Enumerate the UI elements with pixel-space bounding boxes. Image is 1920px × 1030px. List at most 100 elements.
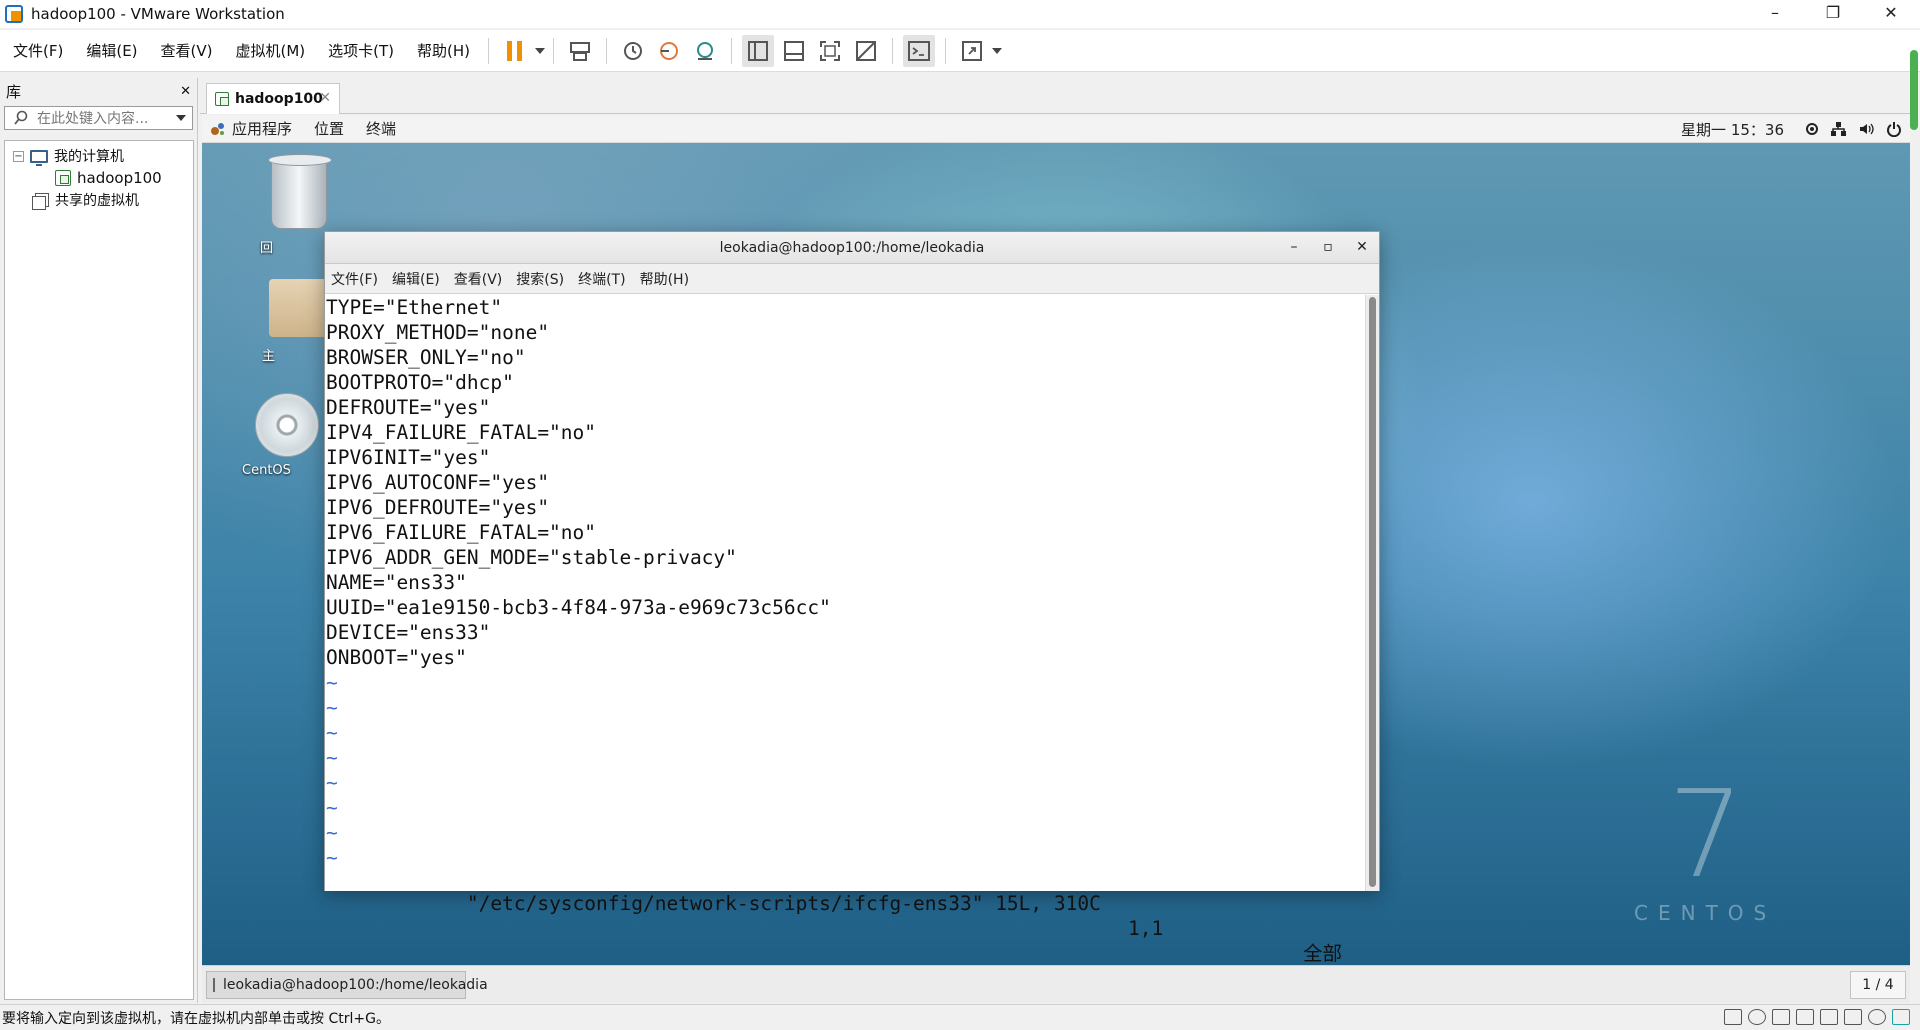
- stretch-icon: [962, 40, 983, 61]
- terminal-close-button[interactable]: ✕: [1351, 236, 1373, 258]
- show-library-button[interactable]: [742, 34, 775, 67]
- library-close-button[interactable]: ✕: [180, 84, 191, 99]
- library-tree: − 我的计算机 hadoop100 共享的虚拟机: [4, 140, 194, 1000]
- stretch-dropdown-icon[interactable]: [992, 47, 1003, 54]
- terminal-minimize-button[interactable]: –: [1283, 236, 1305, 258]
- terminal-line: ONBOOT="yes": [326, 646, 467, 669]
- terminal-menu-file[interactable]: 文件(F): [331, 269, 378, 289]
- tree-shared-vms[interactable]: 共享的虚拟机: [5, 189, 193, 211]
- collapse-icon[interactable]: −: [13, 150, 24, 162]
- taskbar-terminal-item[interactable]: leokadia@hadoop100:/home/leokadia: [206, 971, 488, 999]
- tab-hadoop100[interactable]: hadoop100 ✕: [206, 83, 340, 114]
- terminal-maximize-button[interactable]: ▫: [1317, 236, 1339, 258]
- vim-empty-line: ~: [326, 696, 338, 719]
- menu-help[interactable]: 帮助(H): [407, 40, 480, 61]
- menu-view[interactable]: 查看(V): [151, 40, 223, 61]
- outer-scroll-indicator[interactable]: [1910, 50, 1918, 130]
- folder-icon: [269, 279, 329, 337]
- terminal-menu-help[interactable]: 帮助(H): [640, 269, 689, 289]
- stretch-guest-button[interactable]: [956, 35, 988, 67]
- printer-icon[interactable]: [1820, 1009, 1838, 1025]
- centos-watermark: 7 CENTOS: [1634, 776, 1777, 926]
- terminal-line: BOOTPROTO="dhcp": [326, 371, 514, 394]
- terminal-line: IPV6_DEFROUTE="yes": [326, 496, 550, 519]
- terminal-menu-view[interactable]: 查看(V): [454, 269, 503, 289]
- restore-button[interactable]: ❐: [1804, 0, 1862, 28]
- tree-vm-hadoop100[interactable]: hadoop100: [5, 167, 193, 189]
- message-icon[interactable]: [1892, 1009, 1910, 1025]
- pause-button[interactable]: [499, 35, 531, 67]
- display-icon[interactable]: [1868, 1009, 1886, 1025]
- power-icon[interactable]: [1886, 121, 1902, 137]
- gnome-terminal-menu[interactable]: 终端: [366, 118, 396, 139]
- hdd-icon[interactable]: [1724, 1009, 1742, 1025]
- terminal-scrollbar[interactable]: [1365, 295, 1379, 891]
- search-dropdown-icon[interactable]: [176, 115, 186, 121]
- vim-status-line: "/etc/sysconfig/network-scripts/ifcfg-en…: [326, 866, 1366, 965]
- gnome-applications-menu[interactable]: 应用程序: [232, 118, 292, 139]
- snapshot-manager-button[interactable]: [689, 35, 721, 67]
- workspace-indicator[interactable]: 1 / 4: [1850, 971, 1906, 999]
- full-screen-button[interactable]: [814, 35, 846, 67]
- gnome-tray: 星期一 15：36: [1681, 115, 1902, 143]
- menu-tabs[interactable]: 选项卡(T): [318, 40, 404, 61]
- centos-word: CENTOS: [1634, 901, 1777, 925]
- terminal-menu-edit[interactable]: 编辑(E): [392, 269, 440, 289]
- pause-dropdown-icon[interactable]: [535, 47, 546, 54]
- console-view-button[interactable]: [903, 34, 936, 67]
- gnome-places-menu[interactable]: 位置: [314, 118, 344, 139]
- cd-icon[interactable]: [1748, 1009, 1766, 1025]
- guest-screen[interactable]: 应用程序 位置 终端 星期一 15：36 回 主 CentOS 7 CENTOS…: [202, 115, 1910, 1003]
- accessibility-icon[interactable]: [1806, 123, 1818, 135]
- menu-vm[interactable]: 虚拟机(M): [226, 40, 316, 61]
- send-ctrl-alt-del-button[interactable]: [564, 35, 596, 67]
- terminal-titlebar[interactable]: leokadia@hadoop100:/home/leokadia – ▫ ✕: [325, 232, 1379, 264]
- terminal-line: DEVICE="ens33": [326, 621, 491, 644]
- terminal-menubar: 文件(F) 编辑(E) 查看(V) 搜索(S) 终端(T) 帮助(H): [325, 264, 1379, 294]
- device-tray: [1724, 1009, 1910, 1025]
- vim-empty-line: ~: [326, 796, 338, 819]
- unity-button[interactable]: [850, 35, 882, 67]
- tree-shared-label: 共享的虚拟机: [55, 193, 139, 209]
- terminal-scroll-thumb[interactable]: [1369, 297, 1376, 887]
- usb-icon[interactable]: [1796, 1009, 1814, 1025]
- terminal-menu-search[interactable]: 搜索(S): [516, 269, 564, 289]
- network-icon[interactable]: [1830, 121, 1846, 137]
- revert-snapshot-button[interactable]: [653, 35, 685, 67]
- menu-edit[interactable]: 编辑(E): [76, 40, 147, 61]
- snapshot-button[interactable]: [617, 35, 649, 67]
- desktop-centos-disc[interactable]: CentOS: [242, 393, 332, 478]
- minimize-button[interactable]: –: [1746, 0, 1804, 28]
- library-search-input[interactable]: 在此处键入内容...: [4, 106, 193, 130]
- toolbar-separator: [892, 37, 894, 64]
- pause-icon: [507, 40, 523, 61]
- search-icon: [14, 110, 28, 125]
- trash-icon: [268, 154, 332, 229]
- statusbar-text: 要将输入定向到该虚拟机，请在虚拟机内部单击或按 Ctrl+G。: [2, 1010, 390, 1027]
- terminal-text-area[interactable]: TYPE="Ethernet" PROXY_METHOD="none" BROWSE…: [325, 295, 1367, 965]
- snapshot-manager-icon: [697, 41, 714, 60]
- library-view-icon: [748, 40, 769, 61]
- network-adapter-icon[interactable]: [1772, 1009, 1790, 1025]
- computer-icon: [30, 149, 48, 166]
- sound-icon[interactable]: [1844, 1009, 1862, 1025]
- tree-my-computer[interactable]: − 我的计算机: [5, 145, 193, 167]
- terminal-window[interactable]: leokadia@hadoop100:/home/leokadia – ▫ ✕ …: [324, 231, 1380, 965]
- terminal-line: IPV6_FAILURE_FATAL="no": [326, 521, 597, 544]
- vim-scroll-position: 全部: [1302, 942, 1342, 965]
- vm-area: hadoop100 ✕ 应用程序 位置 终端 星期一 15：36 回 主 Cen…: [200, 78, 1912, 1003]
- gnome-clock[interactable]: 星期一 15：36: [1681, 119, 1784, 140]
- tree-my-computer-label: 我的计算机: [54, 149, 124, 165]
- toolbar-separator: [731, 37, 733, 64]
- close-button[interactable]: ✕: [1862, 0, 1920, 28]
- menu-file[interactable]: 文件(F): [3, 40, 73, 61]
- send-keys-icon: [570, 41, 591, 61]
- terminal-menu-terminal[interactable]: 终端(T): [578, 269, 625, 289]
- gnome-top-bar: 应用程序 位置 终端 星期一 15：36: [202, 115, 1910, 143]
- tab-close-button[interactable]: ✕: [319, 90, 331, 106]
- terminal-line: NAME="ens33": [326, 571, 467, 594]
- thumbnail-bar-button[interactable]: [778, 35, 810, 67]
- volume-icon[interactable]: [1858, 121, 1874, 137]
- vim-empty-line: ~: [326, 771, 338, 794]
- guest-desktop[interactable]: 回 主 CentOS 7 CENTOS leokadia@hadoop100:/…: [202, 143, 1910, 965]
